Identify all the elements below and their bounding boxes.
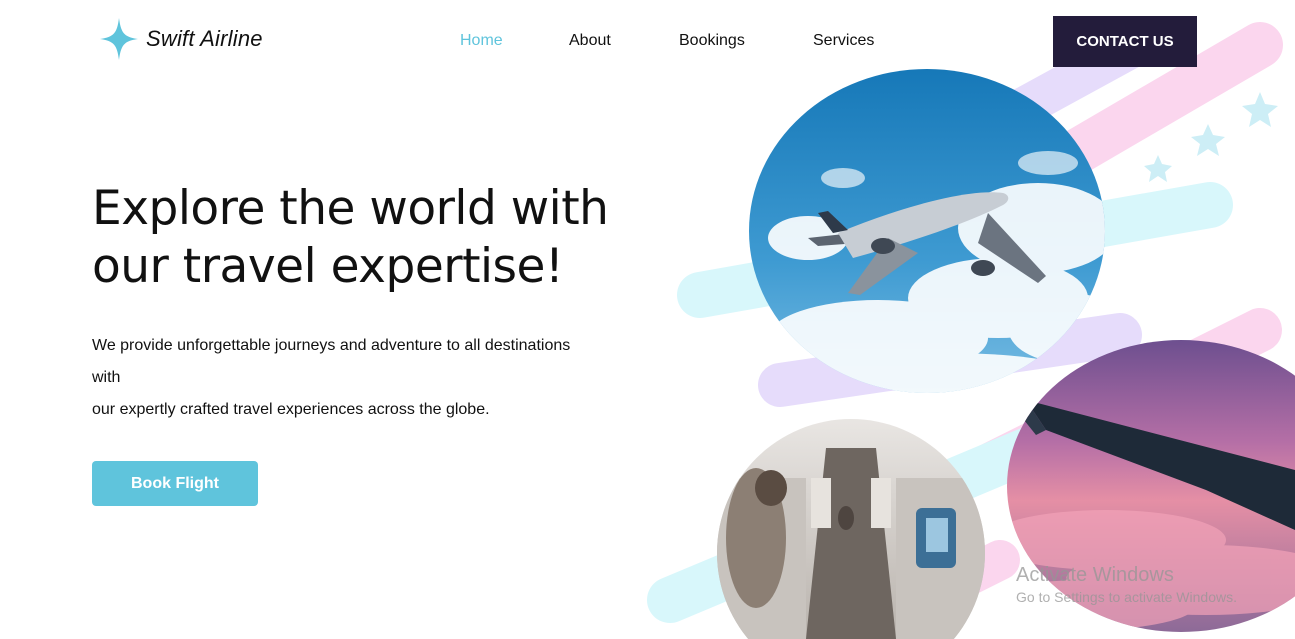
decorative-stars bbox=[1144, 92, 1278, 182]
airplane-cabin-photo bbox=[717, 419, 985, 639]
nav-link-bookings[interactable]: Bookings bbox=[679, 32, 745, 50]
nav-link-home[interactable]: Home bbox=[460, 32, 503, 50]
activate-windows-watermark: Activate Windows Go to Settings to activ… bbox=[1016, 564, 1237, 605]
contact-us-button[interactable]: CONTACT US bbox=[1053, 16, 1197, 67]
hero-description: We provide unforgettable journeys and ad… bbox=[92, 330, 632, 426]
brand-name: Swift Airline bbox=[146, 26, 263, 51]
hero-description-line-2: with bbox=[92, 369, 121, 386]
watermark-title: Activate Windows bbox=[1016, 564, 1174, 586]
hero-headline-line-2: our travel expertise! bbox=[92, 239, 564, 294]
watermark-subtitle: Go to Settings to activate Windows. bbox=[1016, 589, 1237, 605]
four-point-star-icon bbox=[100, 18, 138, 60]
book-flight-button[interactable]: Book Flight bbox=[92, 461, 258, 506]
hero-headline: Explore the world with our travel expert… bbox=[92, 180, 692, 296]
nav-link-about[interactable]: About bbox=[569, 32, 611, 50]
hero-headline-line-1: Explore the world with bbox=[92, 181, 609, 236]
hero-description-line-3: our expertly crafted travel experiences … bbox=[92, 401, 490, 418]
brand-logo[interactable]: Swift Airline bbox=[100, 18, 263, 60]
hero-description-line-1: We provide unforgettable journeys and ad… bbox=[92, 337, 571, 354]
nav-link-services[interactable]: Services bbox=[813, 32, 874, 50]
